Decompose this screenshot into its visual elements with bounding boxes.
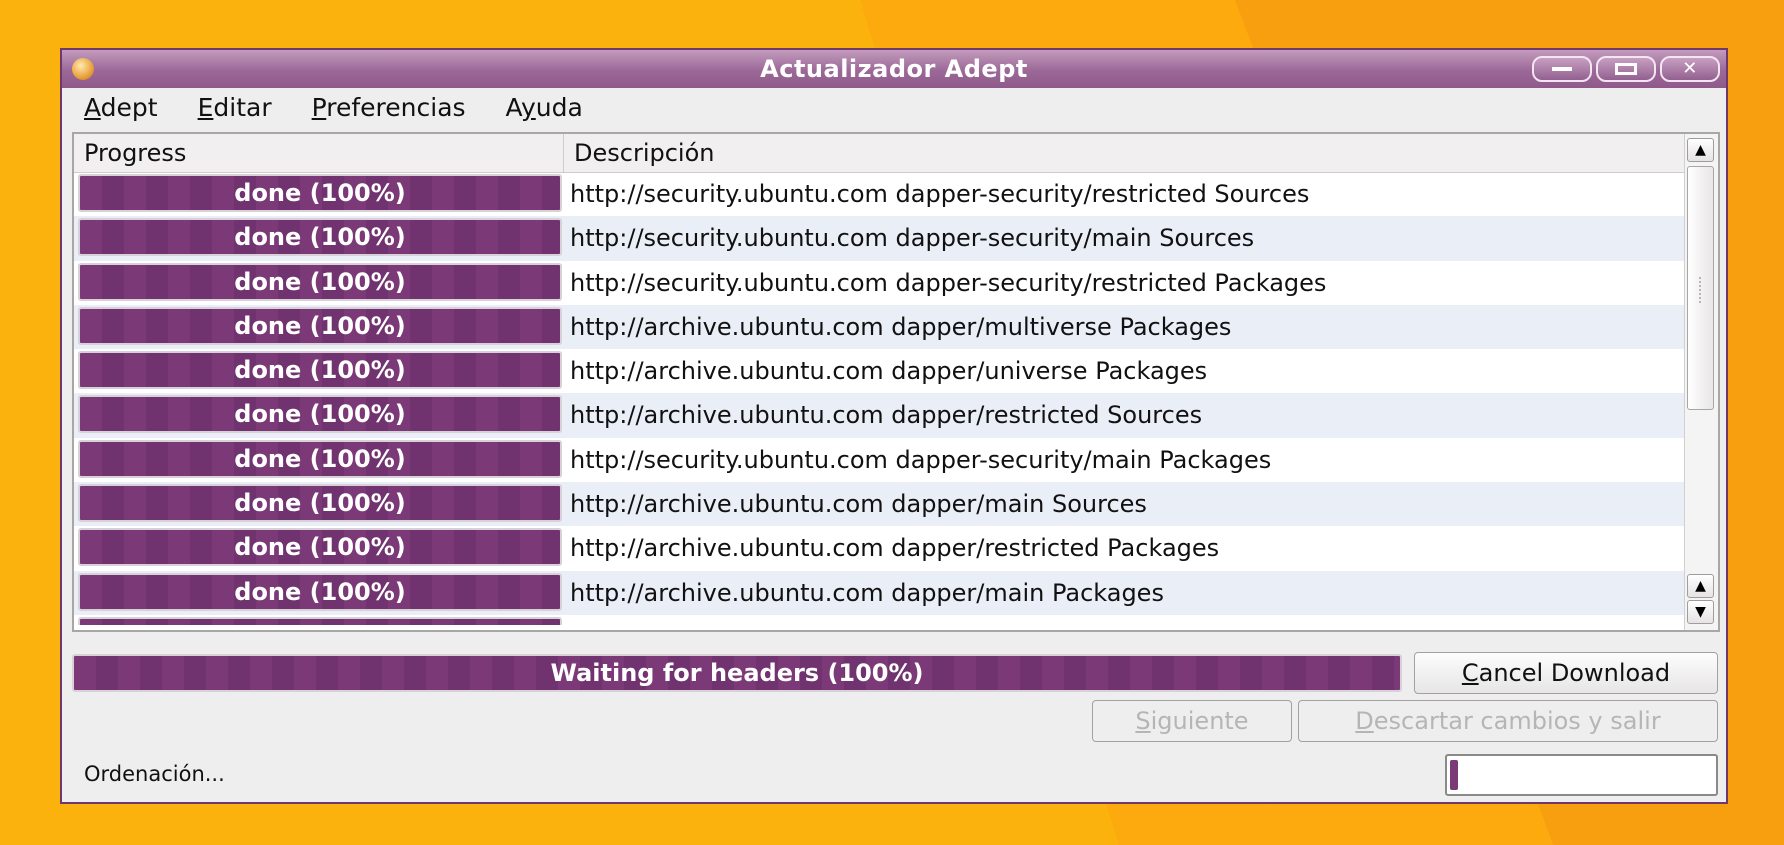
- cancel-download-button[interactable]: Cancel Download: [1414, 652, 1718, 694]
- grip-icon: [1699, 277, 1704, 303]
- list-row[interactable]: done (100%) http://security.ubuntu.com da…: [74, 216, 1689, 261]
- row-progress-bar: done (100%): [78, 218, 562, 257]
- row-description: http://security.ubuntu.com dapper-securi…: [570, 180, 1310, 208]
- adept-app-icon: [72, 58, 94, 80]
- row-progress-bar: done (100%): [78, 351, 562, 390]
- scroll-down-button[interactable]: ▼: [1687, 600, 1714, 624]
- row-progress-bar: done (100%): [78, 174, 562, 212]
- row-progress-bar: done (100%): [78, 306, 562, 345]
- maximize-button[interactable]: [1596, 56, 1656, 82]
- list-row[interactable]: done (100%) http://security.ubuntu.com da…: [74, 438, 1689, 482]
- row-progress-bar: [78, 616, 562, 625]
- list-row[interactable]: done (100%) http://archive.ubuntu.com dap…: [74, 482, 1689, 527]
- list-row[interactable]: done (100%) http://security.ubuntu.com da…: [74, 261, 1689, 305]
- list-header: Progress Descripción: [74, 134, 1689, 173]
- minimize-button[interactable]: [1532, 56, 1592, 82]
- list-row[interactable]: done (100%) http://archive.ubuntu.com dap…: [74, 526, 1689, 570]
- mnemonic-letter: y: [520, 93, 536, 122]
- window-title: Actualizador Adept: [760, 55, 1028, 83]
- menu-ayuda[interactable]: Ayuda: [486, 88, 603, 128]
- arrow-up-icon: ▲: [1695, 142, 1706, 158]
- row-description: http://archive.ubuntu.com dapper/multive…: [570, 312, 1232, 341]
- menu-editar[interactable]: Editar: [178, 88, 292, 128]
- scroll-up-button[interactable]: ▲: [1687, 138, 1714, 162]
- mnemonic-letter: E: [197, 93, 214, 122]
- row-description: http://archive.ubuntu.com dapper/univers…: [570, 357, 1208, 386]
- status-progress-fill: [1450, 760, 1458, 790]
- menu-adept[interactable]: Adept: [62, 88, 178, 128]
- arrow-down-icon: ▼: [1695, 604, 1706, 620]
- mnemonic-letter: D: [1355, 707, 1374, 735]
- close-button[interactable]: ✕: [1660, 56, 1720, 82]
- mnemonic-letter: P: [311, 93, 327, 122]
- list-row[interactable]: done (100%) http://security.ubuntu.com da…: [74, 172, 1689, 216]
- overall-progress-bar: Waiting for headers (100%): [72, 654, 1402, 692]
- adept-updater-window: Actualizador Adept ✕ Adept Editar Preferen…: [60, 48, 1728, 804]
- download-list: Progress Descripción done (100%) http://s…: [72, 132, 1720, 632]
- menu-preferencias[interactable]: Preferencias: [292, 88, 486, 128]
- row-progress-bar: done (100%): [78, 262, 562, 301]
- list-row[interactable]: done (100%) http://archive.ubuntu.com dap…: [74, 570, 1689, 615]
- minimize-icon: [1552, 67, 1572, 71]
- row-description: http://security.ubuntu.com dapper-securi…: [570, 268, 1327, 297]
- row-description: http://archive.ubuntu.com dapper/restric…: [570, 401, 1203, 430]
- row-progress-bar: done (100%): [78, 439, 562, 478]
- mnemonic-letter: C: [1461, 659, 1479, 687]
- status-text: Ordenación...: [84, 762, 225, 786]
- column-header-progress[interactable]: Progress: [74, 134, 564, 172]
- row-description: http://security.ubuntu.com dapper-securi…: [570, 224, 1255, 253]
- scroll-up-button-lower[interactable]: ▲: [1687, 574, 1714, 598]
- row-progress-bar: done (100%): [78, 395, 562, 434]
- row-progress-bar: done (100%): [78, 484, 562, 523]
- list-row[interactable]: done (100%) http://archive.ubuntu.com dap…: [74, 393, 1689, 438]
- maximize-icon: [1615, 63, 1637, 75]
- row-progress-bar: done (100%): [78, 572, 562, 611]
- scrollbar-thumb[interactable]: [1687, 166, 1714, 410]
- status-progress-bar: [1445, 754, 1718, 796]
- list-row[interactable]: done (100%) http://archive.ubuntu.com dap…: [74, 349, 1689, 393]
- row-description: http://archive.ubuntu.com dapper/main Pa…: [570, 578, 1164, 607]
- row-progress-bar: done (100%): [78, 528, 562, 567]
- row-description: http://archive.ubuntu.com dapper/restric…: [570, 534, 1220, 563]
- mnemonic-letter: S: [1135, 707, 1151, 735]
- list-rows: done (100%) http://security.ubuntu.com da…: [74, 172, 1689, 625]
- list-row[interactable]: done (100%) http://archive.ubuntu.com dap…: [74, 304, 1689, 350]
- vertical-scrollbar[interactable]: ▲ ▲ ▼: [1684, 134, 1718, 630]
- arrow-up-icon: ▲: [1695, 578, 1706, 594]
- list-row-partial: [74, 615, 1689, 625]
- window-controls: ✕: [1532, 56, 1720, 82]
- row-description: http://security.ubuntu.com dapper-securi…: [570, 445, 1272, 474]
- title-bar[interactable]: Actualizador Adept ✕: [62, 50, 1726, 88]
- discard-changes-exit-button[interactable]: Descartar cambios y salir: [1298, 700, 1718, 742]
- row-description: http://archive.ubuntu.com dapper/main So…: [570, 490, 1147, 519]
- next-button[interactable]: Siguiente: [1092, 700, 1292, 742]
- close-icon: ✕: [1682, 58, 1698, 79]
- mnemonic-letter: A: [84, 93, 101, 122]
- menu-bar: Adept Editar Preferencias Ayuda: [62, 88, 1726, 128]
- column-header-description[interactable]: Descripción: [564, 134, 1689, 172]
